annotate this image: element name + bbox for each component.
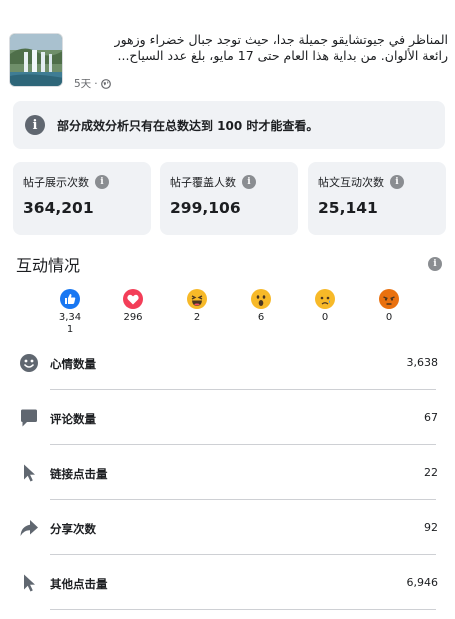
angry-icon: [379, 289, 399, 309]
reaction-count: 3,34 1: [58, 312, 82, 335]
reaction-angry: 0: [364, 289, 414, 324]
metric-value: 92: [424, 521, 438, 534]
reaction-count: 2: [193, 312, 201, 323]
post-text-line-2: رائعة الألوان. من بداية هذا العام حتى 17…: [117, 48, 448, 63]
like-icon: [60, 289, 80, 309]
wow-icon: [251, 289, 271, 309]
stat-value: 25,141: [318, 199, 378, 217]
notice-text: 部分成效分析只有在总数达到 100 时才能查看。: [57, 118, 319, 133]
stat-card-reach: 帖子覆盖人数 i 299,106: [160, 162, 298, 235]
info-icon[interactable]: i: [428, 257, 442, 271]
divider: [50, 554, 436, 555]
stat-value: 299,106: [170, 199, 241, 217]
metric-row-reactions: 心情数量 3,638: [16, 342, 439, 390]
post-thumbnail[interactable]: [9, 33, 63, 87]
metric-label: 链接点击量: [50, 467, 108, 481]
stat-value: 364,201: [23, 199, 94, 217]
comment-icon: [18, 407, 40, 429]
reaction-count: 296: [123, 312, 143, 323]
section-title: 互动情况: [16, 256, 81, 275]
stat-label: 帖子覆盖人数: [170, 176, 236, 189]
reaction-love: 296: [108, 289, 158, 324]
divider: [50, 499, 436, 500]
reaction-like: 3,34 1: [45, 289, 95, 336]
post-text: المناظر في جيوتشايقو جميلة جدا، حيث توجد…: [78, 32, 448, 64]
metric-label: 评论数量: [50, 412, 96, 426]
cursor-icon: [18, 572, 40, 594]
post-header[interactable]: المناظر في جيوتشايقو جميلة جدا، حيث توجد…: [8, 32, 448, 94]
metric-value: 67: [424, 411, 438, 424]
smiley-icon: [18, 352, 40, 374]
metric-row-link-clicks: 链接点击量 22: [16, 452, 439, 500]
stat-card-impressions: 帖子展示次数 i 364,201: [13, 162, 151, 235]
globe-icon: [100, 78, 111, 89]
divider: [50, 609, 436, 610]
info-icon: i: [25, 115, 45, 135]
divider: [50, 444, 436, 445]
cursor-icon: [18, 462, 40, 484]
metric-row-shares: 分享次数 92: [16, 507, 439, 555]
metric-value: 6,946: [406, 576, 439, 589]
reaction-sad: 0: [300, 289, 350, 324]
reaction-count: 0: [385, 312, 393, 323]
post-text-line-1: المناظر في جيوتشايقو جميلة جدا، حيث توجد…: [114, 32, 448, 47]
divider: [50, 389, 436, 390]
metric-value: 22: [424, 466, 438, 479]
metric-label: 分享次数: [50, 522, 96, 536]
info-icon[interactable]: i: [390, 175, 404, 189]
meta-separator: ·: [94, 77, 98, 90]
info-icon[interactable]: i: [95, 175, 109, 189]
metric-label: 其他点击量: [50, 577, 108, 591]
post-meta: 5天 ·: [74, 76, 111, 91]
sad-icon: [315, 289, 335, 309]
reaction-count: 6: [257, 312, 265, 323]
stat-card-engagement: 帖文互动次数 i 25,141: [308, 162, 446, 235]
info-icon[interactable]: i: [242, 175, 256, 189]
stat-label: 帖子展示次数: [23, 176, 89, 189]
metric-label: 心情数量: [50, 357, 96, 371]
metric-row-other-clicks: 其他点击量 6,946: [16, 562, 439, 610]
post-age: 5天: [74, 78, 92, 90]
reaction-haha: 2: [172, 289, 222, 324]
metric-value: 3,638: [406, 356, 439, 369]
stat-label: 帖文互动次数: [318, 176, 384, 189]
threshold-notice: i 部分成效分析只有在总数达到 100 时才能查看。: [13, 101, 445, 149]
haha-icon: [187, 289, 207, 309]
metric-row-comments: 评论数量 67: [16, 397, 439, 445]
love-icon: [123, 289, 143, 309]
reaction-wow: 6: [236, 289, 286, 324]
reactions-row: 3,34 1 296 2 6 0 0: [40, 289, 420, 339]
reaction-count: 0: [321, 312, 329, 323]
share-icon: [18, 517, 40, 539]
